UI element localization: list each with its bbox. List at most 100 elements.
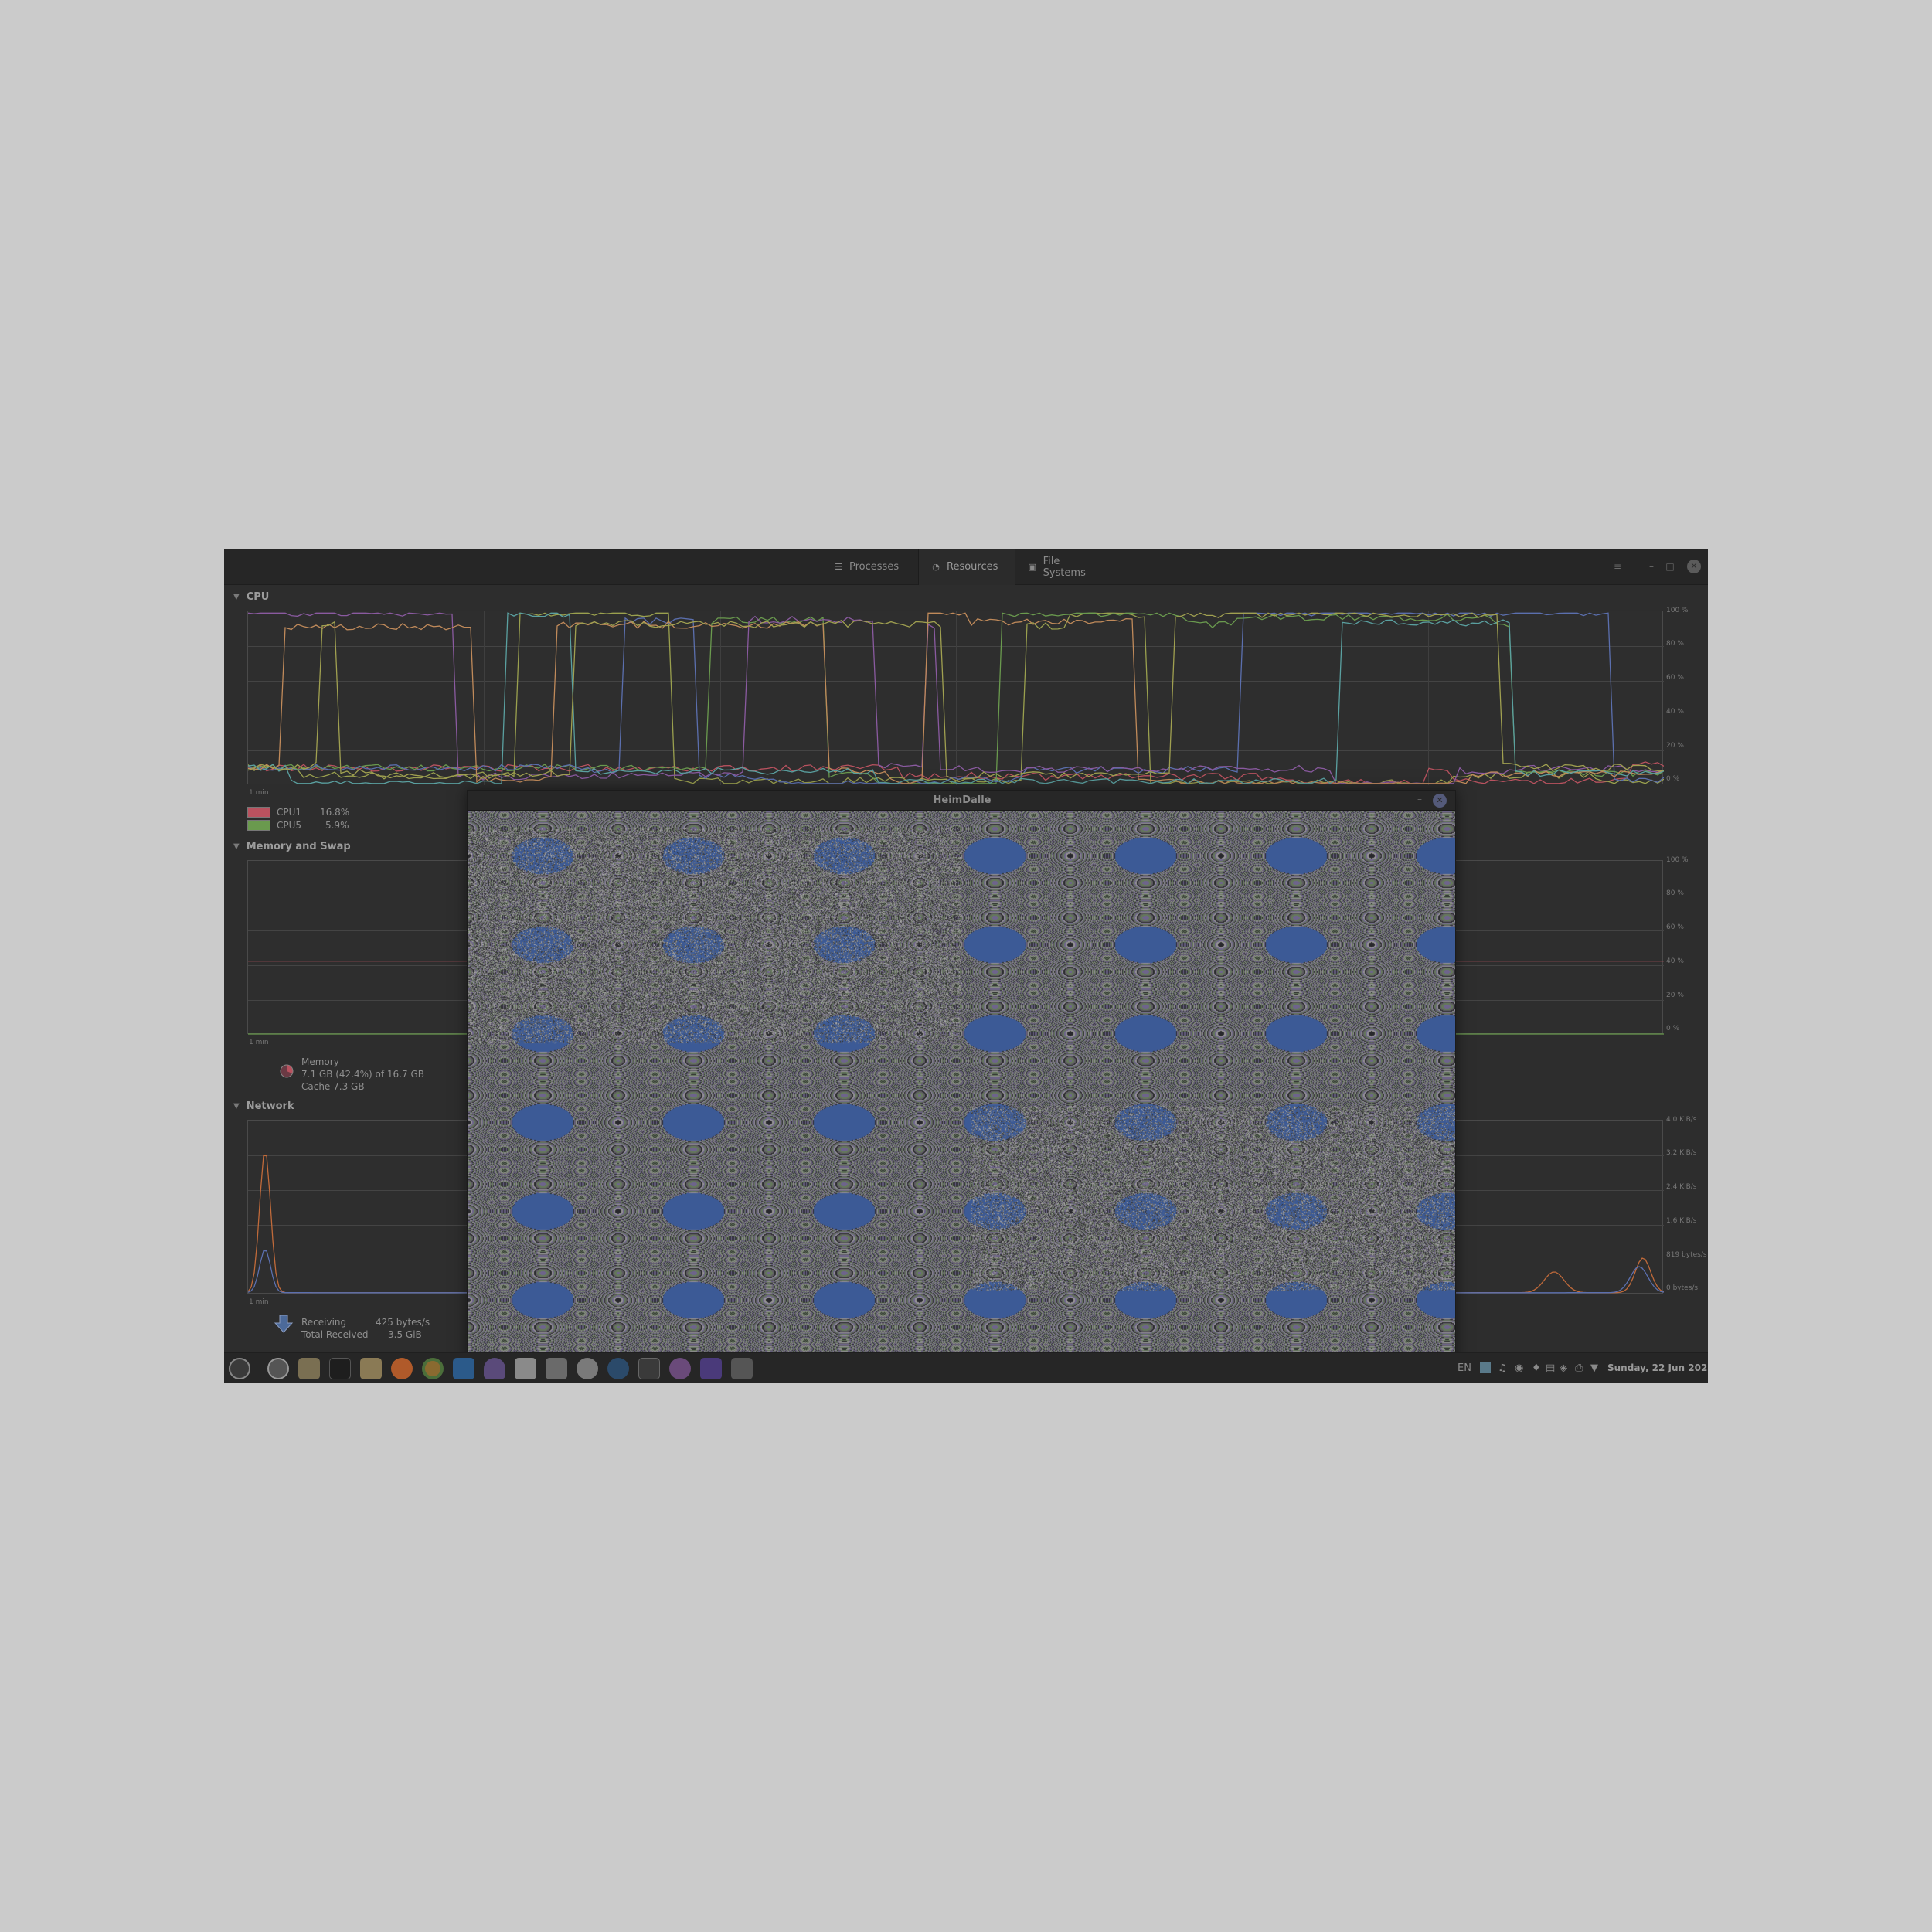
network-ytick: 3.2 KiB/s: [1666, 1149, 1697, 1157]
gauge-icon: ◔: [932, 561, 940, 572]
cpu-ytick: 40 %: [1666, 708, 1684, 716]
app-icon[interactable]: [731, 1358, 753, 1379]
chevron-down-icon: ▼: [233, 842, 240, 851]
archive-icon[interactable]: [298, 1358, 320, 1379]
memory-label: Memory: [301, 1056, 339, 1067]
chrome-icon[interactable]: [422, 1358, 444, 1379]
shield-icon[interactable]: ◈: [1560, 1362, 1567, 1374]
app-icon[interactable]: [577, 1358, 598, 1379]
app-icon[interactable]: [546, 1358, 567, 1379]
network-info: Receiving 425 bytes/s Total Received 3.5…: [301, 1316, 430, 1341]
system-monitor-icon[interactable]: [638, 1358, 660, 1379]
memory-pie-icon[interactable]: [280, 1062, 294, 1080]
cpu-legend-item: CPU1 16.8%: [247, 807, 349, 818]
cpu-ytick: 60 %: [1666, 674, 1684, 682]
tab-resources[interactable]: ◔ Resources: [918, 549, 1015, 585]
color-swatch[interactable]: [247, 807, 270, 818]
cpu-ytick: 0 %: [1666, 775, 1680, 783]
firefox-icon[interactable]: [391, 1358, 413, 1379]
memory-x-label: 1 min: [249, 1039, 269, 1046]
notification-icon[interactable]: ♦: [1532, 1362, 1541, 1374]
tab-file-systems[interactable]: ▣ File Systems: [1015, 549, 1116, 585]
memory-info: Memory 7.1 GB (42.4%) of 16.7 GB Cache 7…: [301, 1056, 424, 1093]
chevron-down-icon: ▼: [233, 593, 240, 601]
app-icon[interactable]: [700, 1358, 722, 1379]
app-icon[interactable]: [484, 1358, 505, 1379]
steam-tray-icon[interactable]: ◉: [1515, 1362, 1523, 1374]
total-received-value: 3.5 GiB: [388, 1329, 422, 1340]
heimdalle-image: [468, 811, 1455, 1365]
total-received-row: Total Received 3.5 GiB: [301, 1328, 430, 1341]
settings-icon[interactable]: [267, 1358, 289, 1379]
minimize-button[interactable]: –: [1417, 794, 1422, 804]
receiving-label: Receiving: [301, 1317, 347, 1328]
steam-icon[interactable]: [607, 1358, 629, 1379]
vscode-icon[interactable]: [453, 1358, 474, 1379]
memory-usage: 7.1 GB (42.4%) of 16.7 GB: [301, 1069, 424, 1080]
legend-value: 16.8%: [320, 807, 350, 818]
close-button[interactable]: ✕: [1687, 560, 1701, 573]
keyboard-layout[interactable]: EN: [1458, 1362, 1471, 1374]
cpu-legend-item: CPU5 5.9%: [247, 820, 349, 831]
network-ytick: 1.6 KiB/s: [1666, 1217, 1697, 1225]
maximize-button[interactable]: □: [1663, 560, 1677, 573]
cpu-section-header[interactable]: ▼ CPU: [233, 591, 269, 603]
section-title: Memory and Swap: [246, 841, 351, 852]
legend-label: CPU5: [277, 820, 302, 831]
memory-ytick: 80 %: [1666, 889, 1684, 897]
network-ytick: 0 bytes/s: [1666, 1284, 1699, 1292]
total-received-label: Total Received: [301, 1329, 369, 1340]
menu-icon[interactable]: [229, 1358, 250, 1379]
clipboard-icon[interactable]: ▤: [1546, 1362, 1555, 1374]
tab-label: Processes: [849, 561, 900, 573]
cpu-graph: [247, 611, 1664, 785]
tab-label: Resources: [947, 561, 998, 573]
music-icon[interactable]: ♫: [1498, 1362, 1507, 1374]
wifi-icon[interactable]: ▼: [1590, 1362, 1598, 1374]
list-icon: ☰: [835, 561, 842, 572]
download-arrow-icon[interactable]: [274, 1314, 294, 1334]
section-title: CPU: [246, 591, 270, 603]
network-ytick: 819 bytes/s: [1666, 1251, 1707, 1259]
section-title: Network: [246, 1100, 294, 1112]
disk-icon: ▣: [1028, 561, 1036, 572]
memory-ytick: 0 %: [1666, 1025, 1680, 1032]
header-bar: ☰ Processes ◔ Resources ▣ File Systems ≡…: [224, 549, 1708, 585]
color-swatch[interactable]: [247, 820, 270, 831]
display-icon[interactable]: [1480, 1362, 1491, 1373]
app-icon[interactable]: [515, 1358, 536, 1379]
minimize-button[interactable]: –: [1645, 560, 1658, 573]
network-ytick: 2.4 KiB/s: [1666, 1183, 1697, 1191]
network-ytick: 4.0 KiB/s: [1666, 1116, 1697, 1124]
memory-cache: Cache 7.3 GB: [301, 1081, 365, 1092]
memory-ytick: 60 %: [1666, 923, 1684, 931]
app-icon[interactable]: [669, 1358, 691, 1379]
network-section-header[interactable]: ▼ Network: [233, 1100, 294, 1112]
tab-label: File Systems: [1043, 555, 1086, 579]
cpu-ytick: 100 %: [1666, 607, 1689, 614]
folder-icon[interactable]: [360, 1358, 382, 1379]
memory-section-header[interactable]: ▼ Memory and Swap: [233, 841, 351, 852]
memory-ytick: 40 %: [1666, 957, 1684, 965]
network-x-label: 1 min: [249, 1298, 269, 1306]
memory-ytick: 20 %: [1666, 992, 1684, 999]
taskbar: EN ♫ ◉ ♦ ▤ ◈ ⎙ ▼ Sunday, 22 Jun 2025 9:3…: [224, 1352, 1708, 1383]
tab-processes[interactable]: ☰ Processes: [821, 549, 918, 585]
clock[interactable]: Sunday, 22 Jun 2025 9:34 PM: [1607, 1362, 1708, 1373]
printer-icon[interactable]: ⎙: [1575, 1362, 1583, 1374]
receiving-value: 425 bytes/s: [376, 1317, 430, 1328]
memory-ytick: 100 %: [1666, 856, 1689, 864]
cpu-ytick: 80 %: [1666, 640, 1684, 648]
screen: ☰ Processes ◔ Resources ▣ File Systems ≡…: [224, 549, 1708, 1383]
heimdalle-window[interactable]: HeimDalle – ✕: [467, 790, 1456, 1366]
cpu-graph-svg: [248, 611, 1664, 785]
heimdalle-titlebar[interactable]: HeimDalle – ✕: [468, 791, 1455, 811]
terminal-icon[interactable]: [329, 1358, 351, 1379]
legend-value: 5.9%: [325, 820, 349, 831]
close-button[interactable]: ✕: [1433, 794, 1447, 808]
receiving-row: Receiving 425 bytes/s: [301, 1316, 430, 1328]
chevron-down-icon: ▼: [233, 1102, 240, 1111]
legend-label: CPU1: [277, 807, 302, 818]
menu-icon[interactable]: ≡: [1611, 560, 1624, 573]
window-title: HeimDalle: [933, 794, 992, 806]
